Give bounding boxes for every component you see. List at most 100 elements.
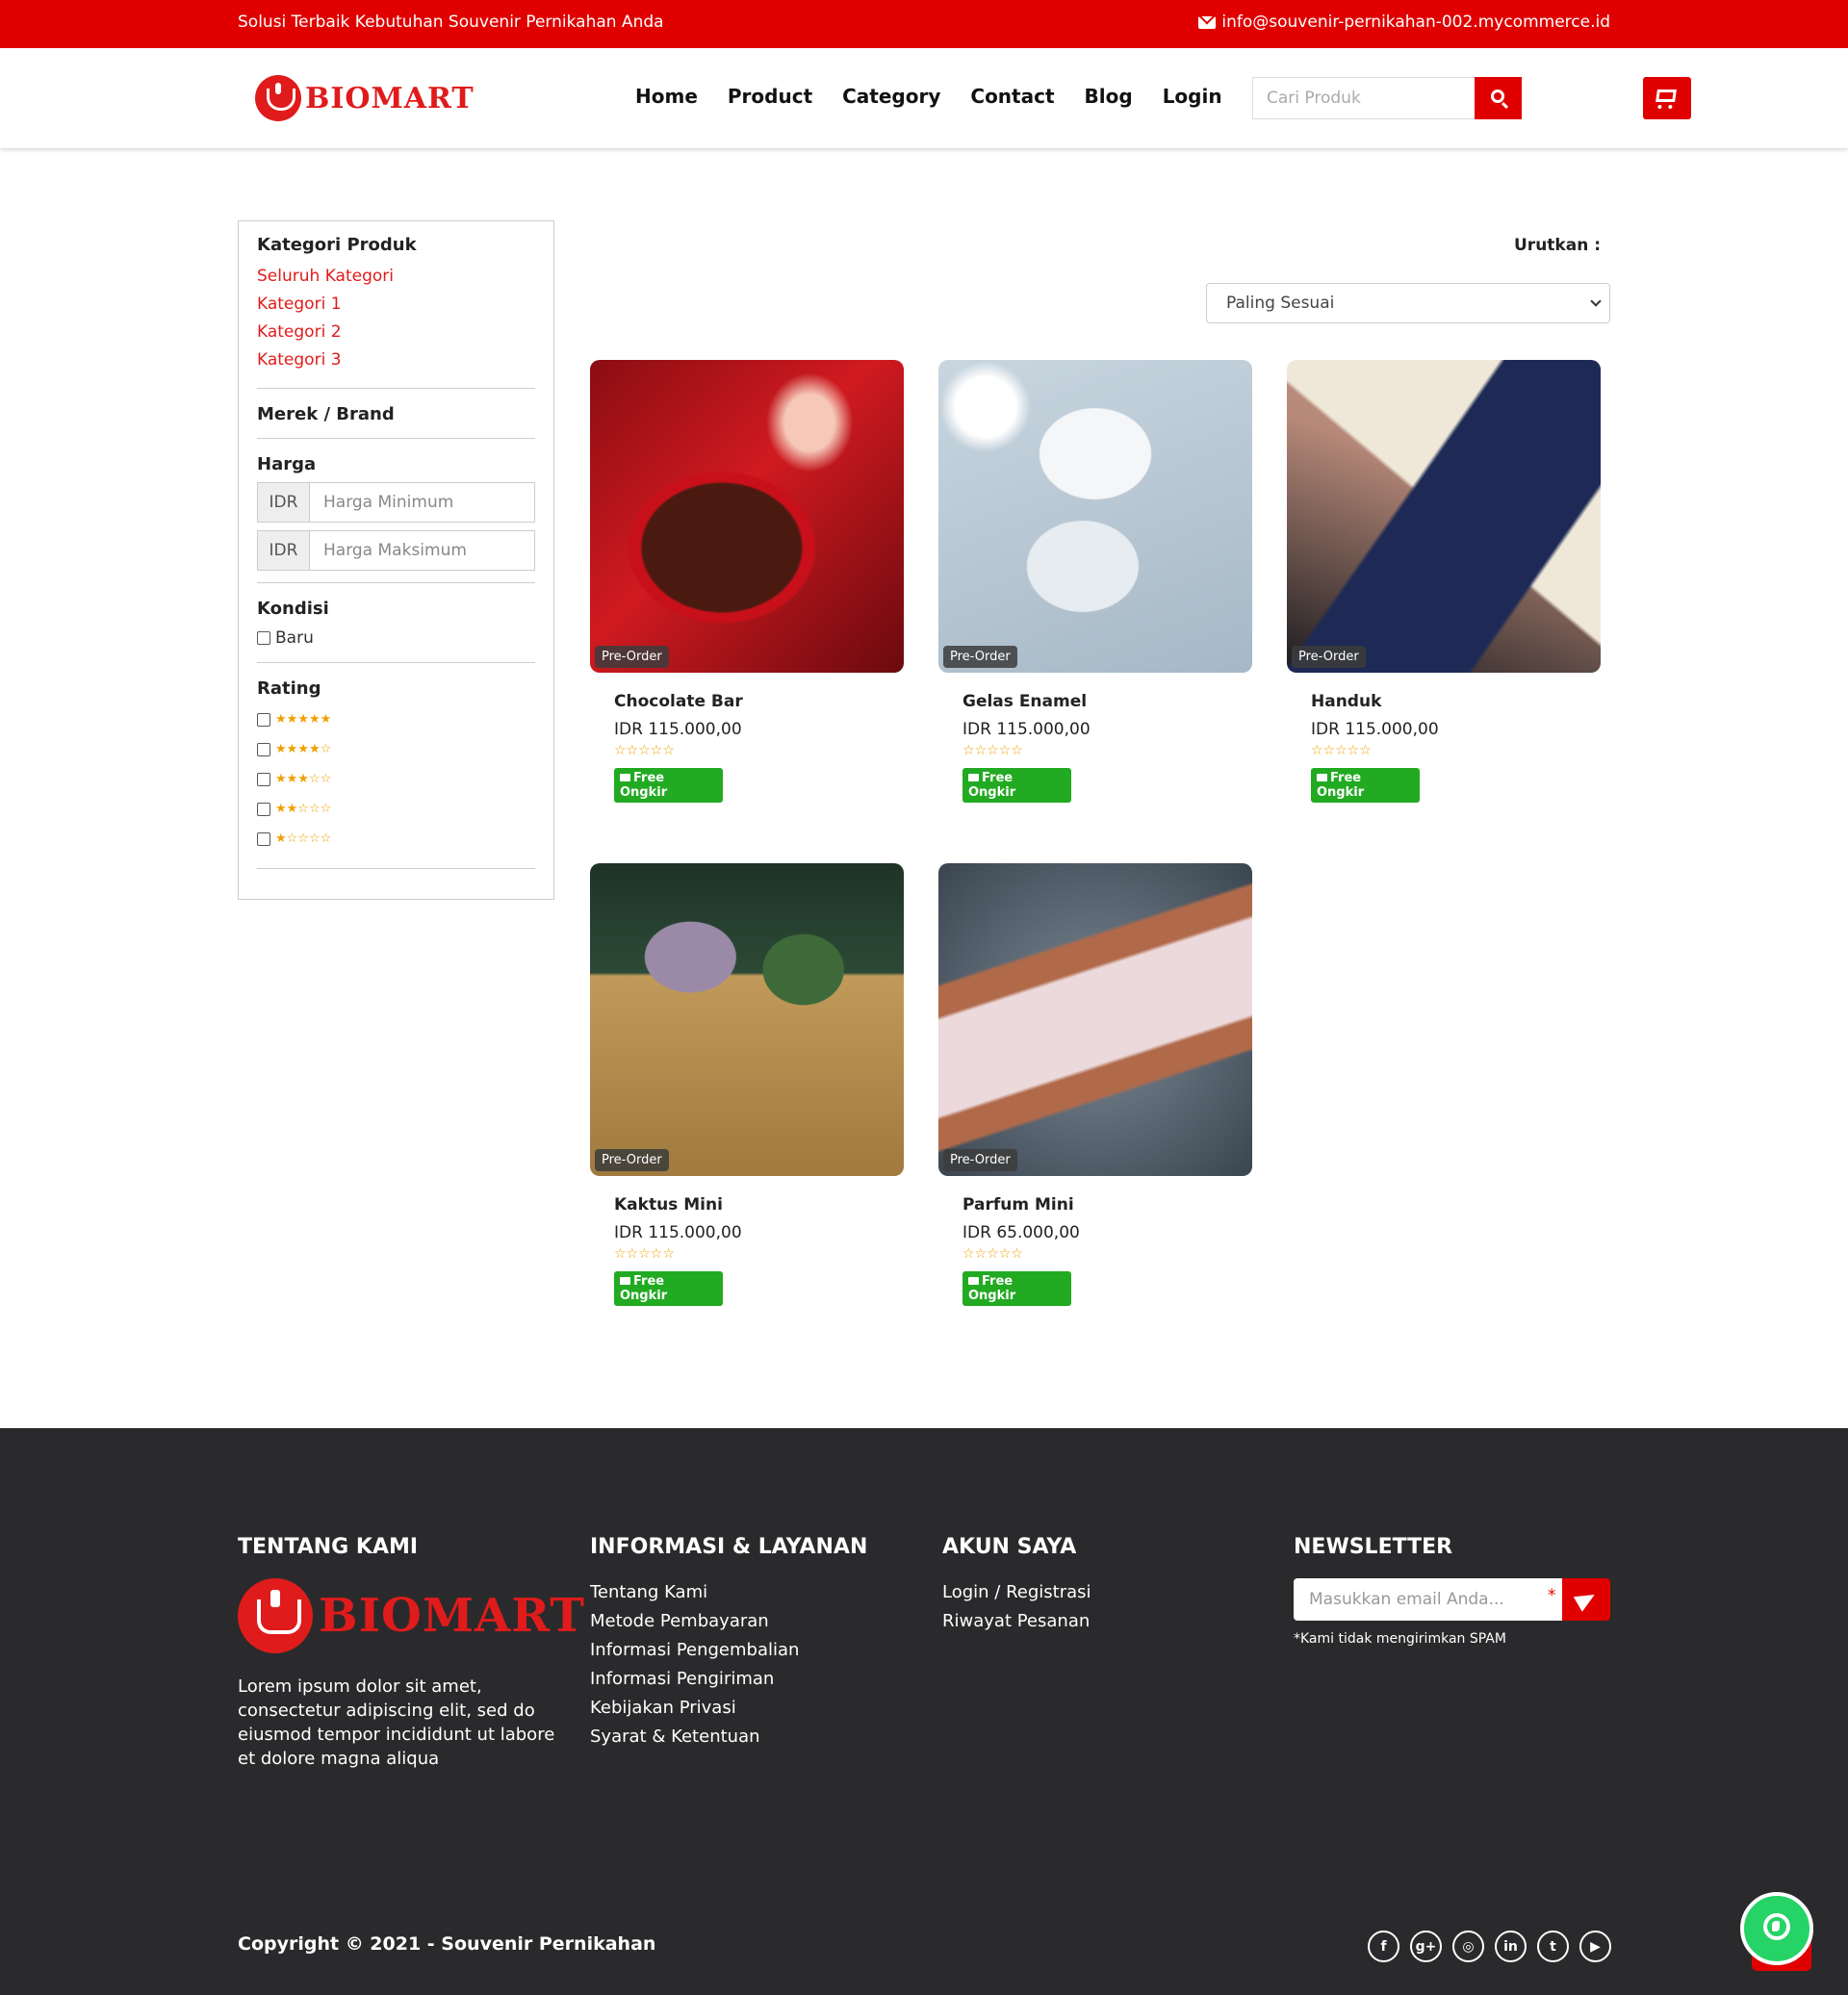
condition-title: Kondisi: [257, 599, 329, 619]
whatsapp-icon: [1763, 1913, 1790, 1940]
whatsapp-button[interactable]: [1740, 1892, 1813, 1965]
logo-text: BIOMART: [305, 81, 475, 115]
rating-stars: ★☆☆☆☆: [275, 831, 332, 846]
free-shipping-badge: Free Ongkir: [962, 768, 1071, 803]
search-input[interactable]: [1252, 77, 1475, 119]
footer-account: AKUN SAYA Login / Registrasi Riwayat Pes…: [942, 1535, 1091, 1636]
linkedin-icon[interactable]: in: [1495, 1931, 1527, 1962]
condition-label: Baru: [275, 627, 314, 648]
main-nav: Home Product Category Contact Blog Login: [635, 85, 1222, 108]
rating-stars: ★★★★★: [275, 712, 332, 727]
category-link-all[interactable]: Seluruh Kategori: [257, 263, 535, 291]
footer-link-shipping[interactable]: Informasi Pengiriman: [590, 1665, 867, 1694]
product-rating: ☆☆☆☆☆: [614, 1246, 675, 1262]
footer-link-orders[interactable]: Riwayat Pesanan: [942, 1607, 1091, 1636]
footer-info-links: Tentang Kami Metode Pembayaran Informasi…: [590, 1578, 867, 1752]
deer-logo-icon: [238, 1578, 313, 1653]
spam-note: *Kami tidak mengirimkan SPAM: [1294, 1631, 1506, 1647]
twitter-icon[interactable]: t: [1537, 1931, 1569, 1962]
product-image[interactable]: Pre-Order: [1287, 360, 1601, 673]
filter-sidebar: Kategori Produk Seluruh Kategori Kategor…: [238, 220, 554, 900]
google-plus-icon[interactable]: g+: [1410, 1931, 1442, 1962]
footer-account-title: AKUN SAYA: [942, 1535, 1077, 1559]
facebook-icon[interactable]: f: [1368, 1931, 1399, 1962]
divider: [257, 388, 535, 389]
product-card[interactable]: Pre-Order Gelas Enamel IDR 115.000,00 ☆☆…: [938, 360, 1252, 812]
search-button[interactable]: [1475, 77, 1522, 119]
nav-category[interactable]: Category: [842, 85, 940, 108]
site-logo[interactable]: BIOMART: [255, 75, 475, 121]
product-price: IDR 65.000,00: [962, 1223, 1080, 1242]
rating-checkbox[interactable]: [257, 772, 270, 786]
product-price: IDR 115.000,00: [614, 720, 742, 739]
rating-checkbox[interactable]: [257, 831, 270, 846]
nav-contact[interactable]: Contact: [970, 85, 1054, 108]
condition-checkbox[interactable]: [257, 630, 270, 645]
top-bar: Solusi Terbaik Kebutuhan Souvenir Pernik…: [0, 0, 1848, 48]
product-name[interactable]: Chocolate Bar: [614, 692, 904, 711]
search-icon: [1491, 90, 1504, 103]
price-max-input[interactable]: [310, 531, 534, 570]
envelope-icon: [1198, 15, 1217, 29]
free-shipping-badge: Free Ongkir: [614, 1271, 723, 1306]
footer-link-payment[interactable]: Metode Pembayaran: [590, 1607, 867, 1636]
product-image[interactable]: Pre-Order: [590, 360, 904, 673]
product-card[interactable]: Pre-Order Kaktus Mini IDR 115.000,00 ☆☆☆…: [590, 863, 904, 1316]
sort-select[interactable]: Paling Sesuai: [1206, 283, 1610, 323]
product-name[interactable]: Gelas Enamel: [962, 692, 1252, 711]
youtube-icon[interactable]: ▶: [1579, 1931, 1611, 1962]
product-card[interactable]: Pre-Order Handuk IDR 115.000,00 ☆☆☆☆☆ Fr…: [1287, 360, 1601, 812]
product-image[interactable]: Pre-Order: [938, 360, 1252, 673]
footer-link-about[interactable]: Tentang Kami: [590, 1578, 867, 1607]
rating-option-4[interactable]: ★★★★☆: [257, 734, 535, 764]
cart-icon: [1656, 90, 1677, 102]
footer-info: INFORMASI & LAYANAN Tentang Kami Metode …: [590, 1535, 867, 1752]
product-name[interactable]: Handuk: [1311, 692, 1601, 711]
rating-checkbox[interactable]: [257, 802, 270, 816]
contact-email[interactable]: info@souvenir-pernikahan-002.mycommerce.…: [1198, 13, 1610, 32]
free-shipping-badge: Free Ongkir: [1311, 768, 1420, 803]
email-text[interactable]: info@souvenir-pernikahan-002.mycommerce.…: [1221, 13, 1610, 32]
category-link-2[interactable]: Kategori 2: [257, 319, 535, 346]
product-name[interactable]: Parfum Mini: [962, 1195, 1252, 1215]
footer-link-login[interactable]: Login / Registrasi: [942, 1578, 1091, 1607]
footer-link-terms[interactable]: Syarat & Ketentuan: [590, 1723, 867, 1752]
rating-option-3[interactable]: ★★★☆☆: [257, 764, 535, 794]
product-name[interactable]: Kaktus Mini: [614, 1195, 904, 1215]
product-image[interactable]: Pre-Order: [938, 863, 1252, 1176]
nav-login[interactable]: Login: [1163, 85, 1222, 108]
cart-button[interactable]: [1643, 77, 1691, 119]
rating-checkbox[interactable]: [257, 742, 270, 756]
category-link-3[interactable]: Kategori 3: [257, 346, 535, 374]
brand-title[interactable]: Merek / Brand: [257, 404, 535, 424]
required-asterisk: *: [1548, 1586, 1556, 1605]
price-min-group: IDR: [257, 482, 535, 523]
nav-product[interactable]: Product: [728, 85, 812, 108]
truck-icon: [968, 774, 979, 781]
price-min-input[interactable]: [310, 483, 534, 522]
footer-link-privacy[interactable]: Kebijakan Privasi: [590, 1694, 867, 1723]
free-shipping-badge: Free Ongkir: [962, 1271, 1071, 1306]
condition-new-option[interactable]: Baru: [257, 623, 535, 652]
nav-home[interactable]: Home: [635, 85, 698, 108]
newsletter-email-input[interactable]: [1294, 1578, 1562, 1621]
product-card[interactable]: Pre-Order Chocolate Bar IDR 115.000,00 ☆…: [590, 360, 904, 812]
footer-newsletter: NEWSLETTER *Kami tidak mengirimkan SPAM: [1294, 1535, 1610, 1647]
rating-stars: ★★☆☆☆: [275, 802, 332, 816]
category-link-1[interactable]: Kategori 1: [257, 291, 535, 319]
nav-blog[interactable]: Blog: [1085, 85, 1133, 108]
rating-option-1[interactable]: ★☆☆☆☆: [257, 824, 535, 854]
footer-link-returns[interactable]: Informasi Pengembalian: [590, 1636, 867, 1665]
rating-option-5[interactable]: ★★★★★: [257, 704, 535, 734]
product-card[interactable]: Pre-Order Parfum Mini IDR 65.000,00 ☆☆☆☆…: [938, 863, 1252, 1316]
truck-icon: [620, 774, 630, 781]
product-price: IDR 115.000,00: [1311, 720, 1439, 739]
rating-checkbox[interactable]: [257, 712, 270, 727]
product-image[interactable]: Pre-Order: [590, 863, 904, 1176]
rating-option-2[interactable]: ★★☆☆☆: [257, 794, 535, 824]
divider: [257, 438, 535, 439]
instagram-icon[interactable]: ◎: [1452, 1931, 1484, 1962]
product-rating: ☆☆☆☆☆: [962, 743, 1023, 758]
product-price: IDR 115.000,00: [962, 720, 1091, 739]
newsletter-submit-button[interactable]: [1562, 1578, 1610, 1621]
